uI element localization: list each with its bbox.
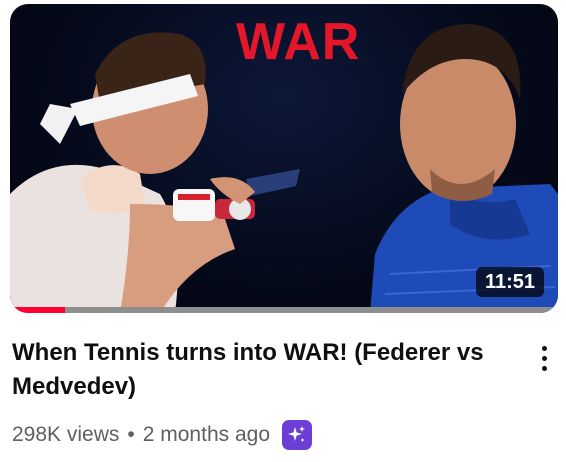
sparkle-icon-glyph [288, 426, 306, 442]
watch-progress-bar [10, 307, 558, 313]
video-card[interactable]: WAR 11:51 When Tennis turns into WAR! (F… [0, 0, 566, 462]
watch-progress-fill [10, 307, 65, 313]
duration-badge: 11:51 [475, 267, 544, 297]
video-thumbnail[interactable]: WAR 11:51 [10, 4, 558, 313]
more-actions-button[interactable] [530, 338, 558, 378]
sparkle-icon[interactable] [282, 420, 313, 450]
dot-icon [541, 355, 547, 361]
upload-age: 2 months ago [142, 423, 271, 446]
thumbnail-overlay-text: WAR [236, 13, 361, 71]
dot-icon [541, 365, 547, 371]
view-count: 298K views [12, 423, 120, 446]
meta-separator: • [127, 423, 135, 446]
dot-icon [541, 345, 547, 351]
video-title[interactable]: When Tennis turns into WAR! (Federer vs … [12, 336, 512, 404]
video-metadata: 298K views • 2 months ago [12, 418, 313, 452]
